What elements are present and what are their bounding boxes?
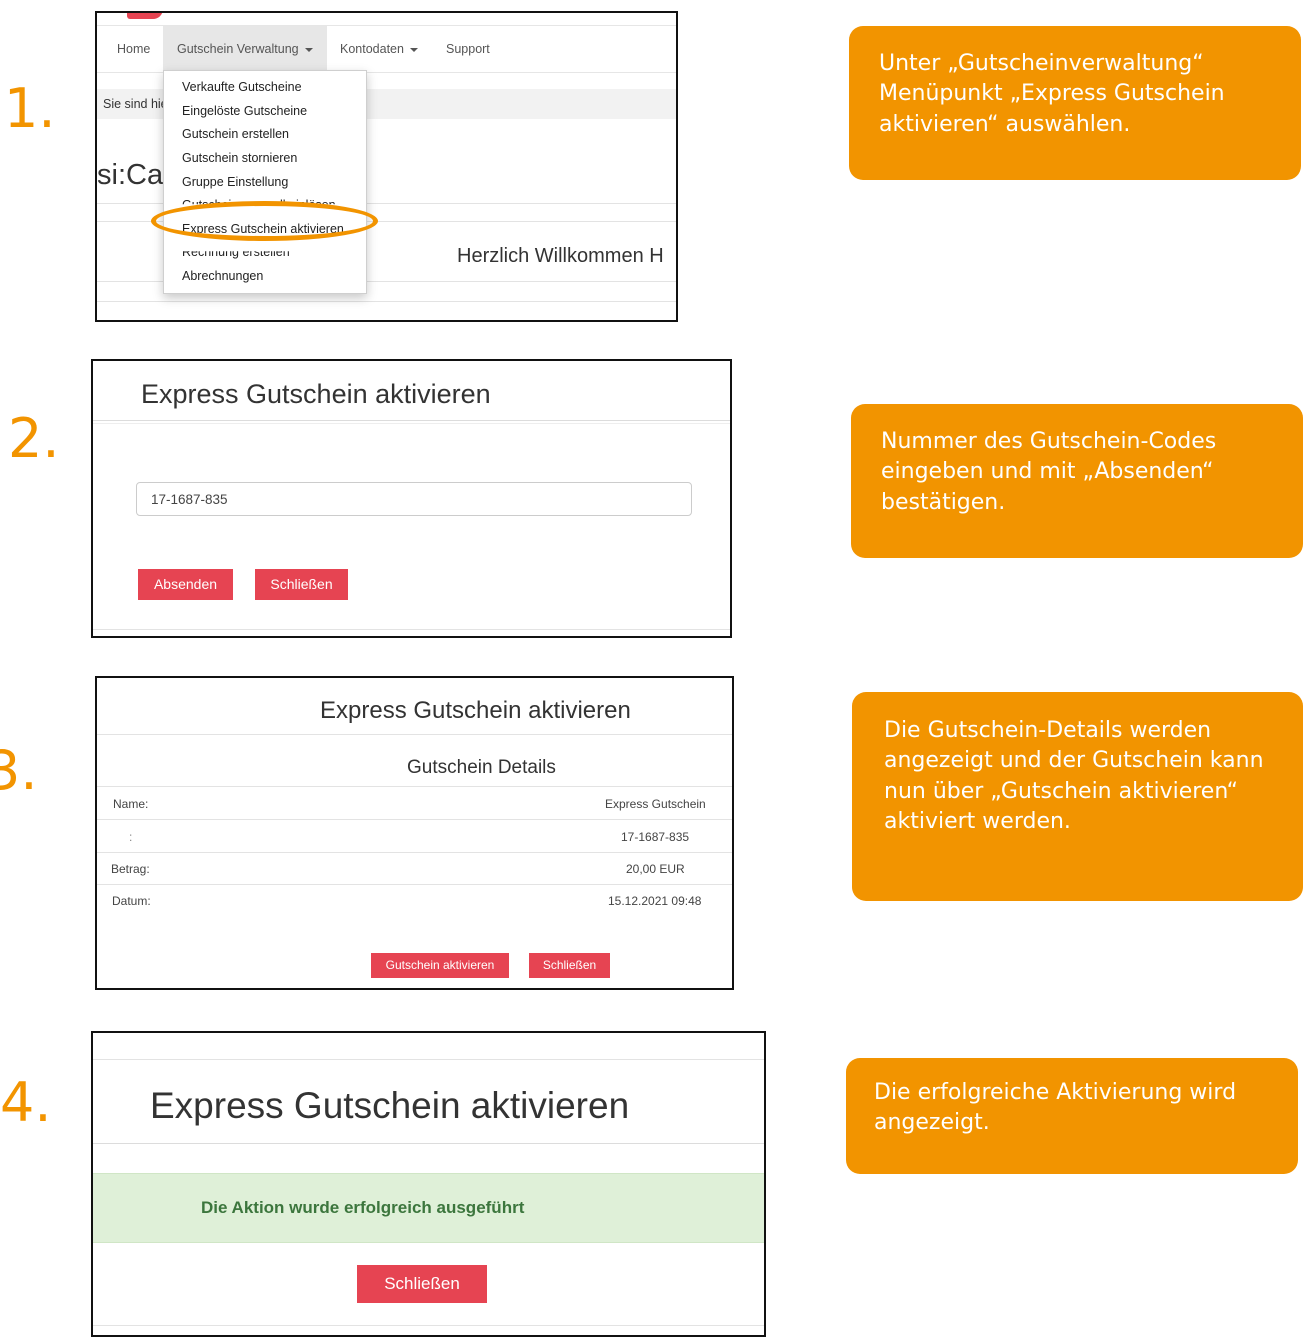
instruction-text-2: Nummer des Gutschein-Codes eingeben und … <box>881 429 1217 515</box>
activate-voucher-button[interactable]: Gutschein aktivieren <box>371 953 509 978</box>
step-number-1: 1. <box>4 77 56 140</box>
menu-item-gutschein-stornieren[interactable]: Gutschein stornieren <box>182 151 297 165</box>
success-alert: Die Aktion wurde erfolgreich ausgeführt <box>93 1173 764 1243</box>
instruction-callout-4: Die erfolgreiche Aktivierung wird angeze… <box>846 1058 1298 1174</box>
top-navbar: Home Gutschein Verwaltung Kontodaten Sup… <box>97 25 676 73</box>
nav-kontodaten[interactable]: Kontodaten <box>340 26 418 72</box>
gutschein-dropdown-menu: Verkaufte Gutscheine Eingelöste Gutschei… <box>163 70 367 294</box>
detail-value-datum: 15.12.2021 09:48 <box>608 894 702 908</box>
close-button[interactable]: Schließen <box>255 569 348 600</box>
menu-item-abrechnungen[interactable]: Abrechnungen <box>182 269 263 283</box>
breadcrumb-text: Sie sind hie <box>103 97 168 111</box>
dialog-title: Express Gutschein aktivieren <box>150 1085 630 1126</box>
menu-item-eingeloeste-gutscheine[interactable]: Eingelöste Gutscheine <box>182 104 307 118</box>
detail-value-betrag: 20,00 EUR <box>626 862 685 876</box>
detail-label-name: Name: <box>113 797 149 811</box>
screenshot-voucher-details-dialog: Express Gutschein aktivieren Gutschein D… <box>95 676 734 990</box>
detail-label-code: : <box>129 830 133 844</box>
dialog-title: Express Gutschein aktivieren <box>141 379 491 409</box>
logo-fragment <box>127 13 163 19</box>
success-message: Die Aktion wurde erfolgreich ausgeführt <box>201 1198 525 1217</box>
close-button[interactable]: Schließen <box>529 953 610 978</box>
menu-item-gutschein-erstellen[interactable]: Gutschein erstellen <box>182 127 289 141</box>
nav-support[interactable]: Support <box>446 26 490 72</box>
detail-label-betrag: Betrag: <box>111 862 150 876</box>
screenshot-code-entry-dialog: Express Gutschein aktivieren Absenden Sc… <box>91 359 732 638</box>
nav-gutschein-verwaltung[interactable]: Gutschein Verwaltung <box>163 26 327 72</box>
screenshot-navigation-menu: Home Gutschein Verwaltung Kontodaten Sup… <box>95 11 678 322</box>
caret-down-icon <box>304 47 313 52</box>
nav-gutschein-label: Gutschein Verwaltung <box>177 42 299 56</box>
menu-item-gruppe-einstellung[interactable]: Gruppe Einstellung <box>182 175 288 189</box>
menu-item-rechnung-erstellen[interactable]: Rechnung erstellen <box>182 251 290 259</box>
dialog-title: Express Gutschein aktivieren <box>320 697 631 724</box>
instruction-callout-2: Nummer des Gutschein-Codes eingeben und … <box>851 404 1303 558</box>
instruction-callout-3: Die Gutschein-Details werden angezeigt u… <box>852 692 1303 901</box>
nav-home[interactable]: Home <box>117 26 150 72</box>
detail-value-code: 17-1687-835 <box>621 830 690 844</box>
detail-value-name: Express Gutschein <box>605 797 706 811</box>
instruction-text-1: Unter „Gutscheinverwaltung“ Menüpunkt „E… <box>879 51 1225 137</box>
step-number-2: 2. <box>8 407 60 470</box>
menu-item-verkaufte-gutscheine[interactable]: Verkaufte Gutscheine <box>182 80 302 94</box>
instruction-callout-1: Unter „Gutscheinverwaltung“ Menüpunkt „E… <box>849 26 1301 180</box>
welcome-text: Herzlich Willkommen H <box>457 245 664 267</box>
close-button[interactable]: Schließen <box>357 1265 487 1303</box>
page-heading: si:Ca <box>97 159 164 191</box>
instruction-text-3: Die Gutschein-Details werden angezeigt u… <box>884 718 1264 835</box>
screenshot-success-dialog: Express Gutschein aktivieren Die Aktion … <box>91 1031 766 1337</box>
instruction-text-4: Die erfolgreiche Aktivierung wird angeze… <box>874 1080 1237 1136</box>
caret-down-icon <box>409 47 418 52</box>
voucher-code-input[interactable] <box>136 482 692 516</box>
submit-button[interactable]: Absenden <box>138 569 233 600</box>
highlight-ring <box>151 201 378 241</box>
details-subtitle: Gutschein Details <box>407 757 556 778</box>
detail-label-datum: Datum: <box>112 894 151 908</box>
nav-kontodaten-label: Kontodaten <box>340 42 404 56</box>
step-number-3: 3. <box>0 739 38 802</box>
step-number-4: 4. <box>0 1071 52 1134</box>
